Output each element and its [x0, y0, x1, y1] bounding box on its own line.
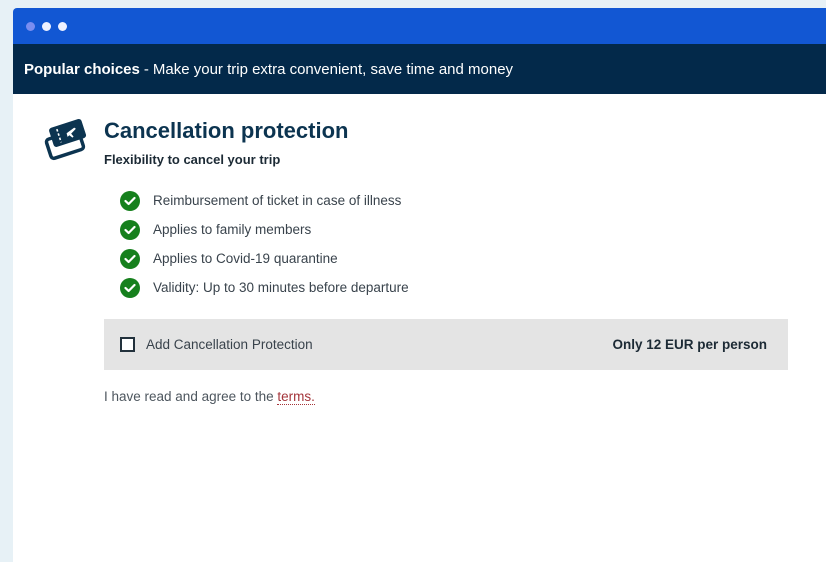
banner-separator: -	[143, 60, 149, 78]
window-dot-icon	[42, 21, 51, 31]
benefit-text: Validity: Up to 30 minutes before depart…	[153, 280, 409, 295]
benefit-text: Reimbursement of ticket in case of illne…	[153, 193, 402, 208]
add-protection-label[interactable]: Add Cancellation Protection	[146, 337, 612, 352]
terms-prefix: I have read and agree to the	[104, 389, 274, 404]
benefit-item: Reimbursement of ticket in case of illne…	[120, 186, 409, 215]
benefit-item: Applies to Covid-19 quarantine	[120, 244, 409, 273]
product-title: Cancellation protection	[104, 118, 349, 143]
add-protection-option[interactable]: Add Cancellation Protection Only 12 EUR …	[104, 319, 788, 370]
window-dot-icon	[58, 21, 67, 31]
benefit-text: Applies to Covid-19 quarantine	[153, 251, 338, 266]
banner-text: Make your trip extra convenient, save ti…	[152, 60, 514, 78]
window-dot-icon	[26, 21, 35, 31]
product-subtitle: Flexibility to cancel your trip	[104, 152, 281, 167]
ticket-icon	[44, 118, 87, 161]
checkmark-icon	[120, 277, 140, 298]
benefits-list: Reimbursement of ticket in case of illne…	[120, 186, 409, 302]
benefit-item: Applies to family members	[120, 215, 409, 244]
checkmark-icon	[120, 190, 140, 211]
checkmark-icon	[120, 219, 140, 240]
checkmark-icon	[120, 248, 140, 269]
price-label: Only 12 EUR per person	[612, 337, 767, 352]
add-protection-checkbox[interactable]	[120, 337, 135, 352]
benefit-item: Validity: Up to 30 minutes before depart…	[120, 273, 409, 302]
terms-agreement: I have read and agree to the terms.	[104, 389, 315, 405]
banner-heading: Popular choices	[24, 60, 140, 78]
window-titlebar	[13, 8, 826, 44]
browser-window: Popular choices - Make your trip extra c…	[13, 8, 826, 562]
terms-link[interactable]: terms.	[277, 389, 315, 405]
benefit-text: Applies to family members	[153, 222, 312, 237]
popular-choices-banner: Popular choices - Make your trip extra c…	[13, 44, 826, 94]
